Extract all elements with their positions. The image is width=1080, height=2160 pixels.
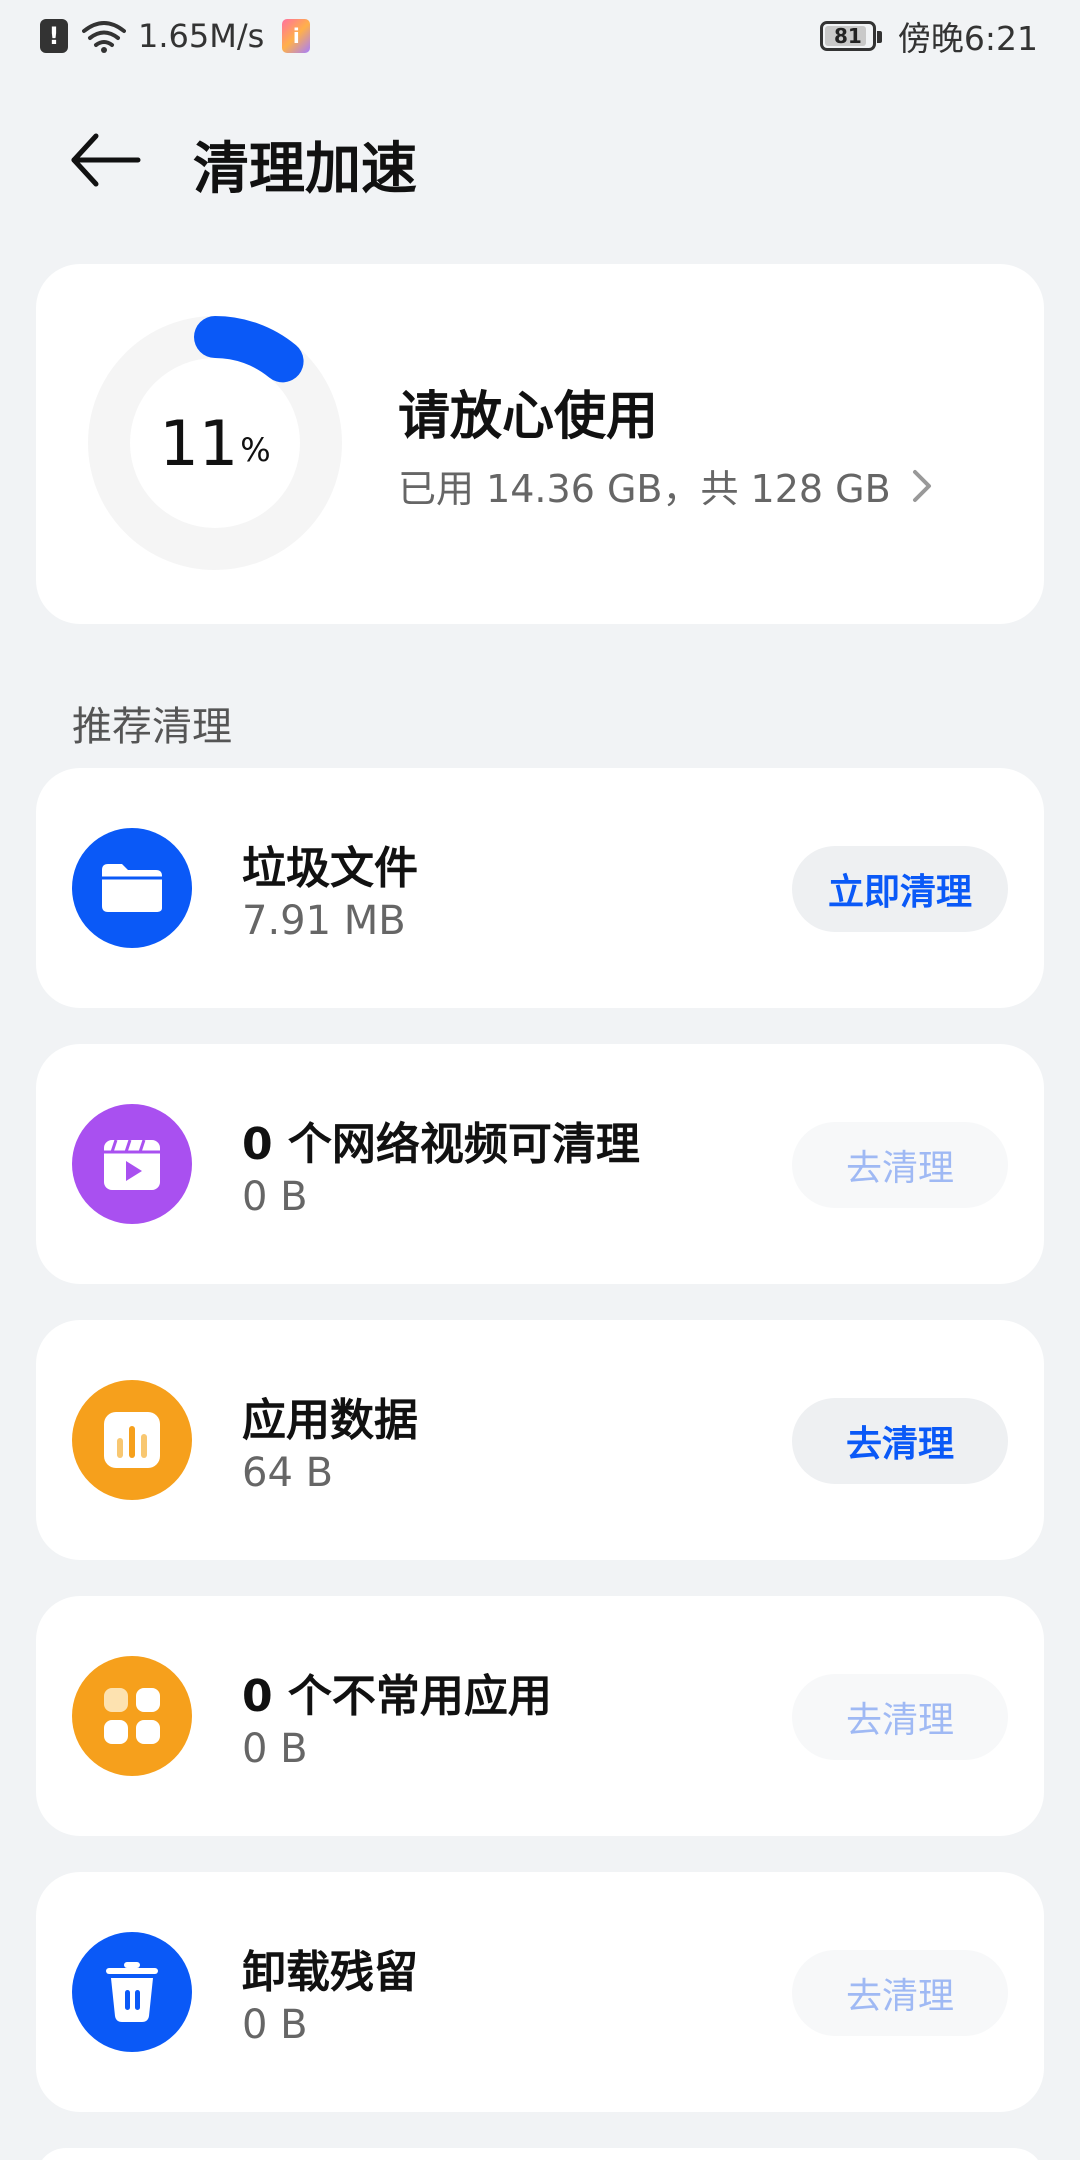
- apps-grid-glyph: [104, 1688, 160, 1744]
- phone-screen: ! 1.65M/s i 81 傍晚6:21 清理加速 11 % 请放心使用 已用…: [0, 0, 1080, 2160]
- clean-item-junk-files[interactable]: 垃圾文件 7.91 MB 立即清理: [36, 768, 1044, 1008]
- usage-percent-sign: %: [240, 431, 271, 469]
- item-title: 卸载残留: [242, 1947, 418, 1998]
- clean-item-web-videos[interactable]: 0 个网络视频可清理 0 B 去清理: [36, 1044, 1044, 1284]
- item-title: 垃圾文件: [242, 843, 418, 894]
- usage-percent-value: 11: [159, 406, 239, 480]
- item-title: 0 个不常用应用: [242, 1671, 552, 1722]
- video-glyph: [104, 1139, 160, 1190]
- wifi-icon: [82, 21, 126, 53]
- item-title: 应用数据: [242, 1395, 418, 1446]
- item-size: 64 B: [242, 1450, 334, 1496]
- trash-glyph: [106, 1962, 158, 2022]
- clean-item-partial: [36, 2148, 1044, 2160]
- status-left: ! 1.65M/s i: [40, 14, 311, 58]
- storage-summary-card[interactable]: 11 % 请放心使用 已用 14.36 GB，共 128 GB: [36, 264, 1044, 624]
- chevron-right-icon: [912, 469, 931, 502]
- network-speed: 1.65M/s: [138, 17, 265, 55]
- battery-icon: 81: [819, 21, 882, 51]
- chart-icon: [72, 1380, 192, 1500]
- usage-percent: 11 %: [88, 316, 342, 570]
- go-clean-button[interactable]: 去清理: [792, 1950, 1008, 2036]
- page-title: 清理加速: [193, 137, 417, 202]
- section-title: 推荐清理: [72, 704, 232, 750]
- item-size: 7.91 MB: [242, 898, 406, 944]
- sim-alert-icon: !: [40, 19, 68, 53]
- go-clean-button[interactable]: 去清理: [792, 1122, 1008, 1208]
- apps-grid-icon: [72, 1656, 192, 1776]
- go-clean-button[interactable]: 去清理: [792, 1398, 1008, 1484]
- video-icon: [72, 1104, 192, 1224]
- trash-icon: [72, 1932, 192, 2052]
- status-right: 81 傍晚6:21: [819, 14, 1038, 58]
- notification-app-icon: i: [282, 19, 311, 53]
- status-bar: ! 1.65M/s i 81 傍晚6:21: [0, 0, 1080, 76]
- clock: 傍晚6:21: [897, 19, 1038, 58]
- clean-item-uninstall-residue[interactable]: 卸载残留 0 B 去清理: [36, 1872, 1044, 2112]
- item-size: 0 B: [242, 1726, 308, 1772]
- go-clean-button[interactable]: 去清理: [792, 1674, 1008, 1760]
- clean-item-unused-apps[interactable]: 0 个不常用应用 0 B 去清理: [36, 1596, 1044, 1836]
- storage-detail-text: 已用 14.36 GB，共 128 GB: [398, 467, 891, 511]
- battery-level: 81: [833, 24, 862, 48]
- folder-icon: [72, 828, 192, 948]
- item-size: 0 B: [242, 1174, 308, 1220]
- storage-detail[interactable]: 已用 14.36 GB，共 128 GB: [398, 458, 935, 513]
- item-title: 0 个网络视频可清理: [242, 1119, 640, 1170]
- chart-glyph: [104, 1412, 160, 1468]
- item-size: 0 B: [242, 2002, 308, 2048]
- clean-item-app-data[interactable]: 应用数据 64 B 去清理: [36, 1320, 1044, 1560]
- app-header: 清理加速: [0, 110, 1080, 210]
- folder-glyph: [102, 864, 162, 912]
- back-arrow-icon[interactable]: [66, 128, 146, 192]
- storage-status: 请放心使用: [398, 387, 659, 447]
- clean-now-button[interactable]: 立即清理: [792, 846, 1008, 932]
